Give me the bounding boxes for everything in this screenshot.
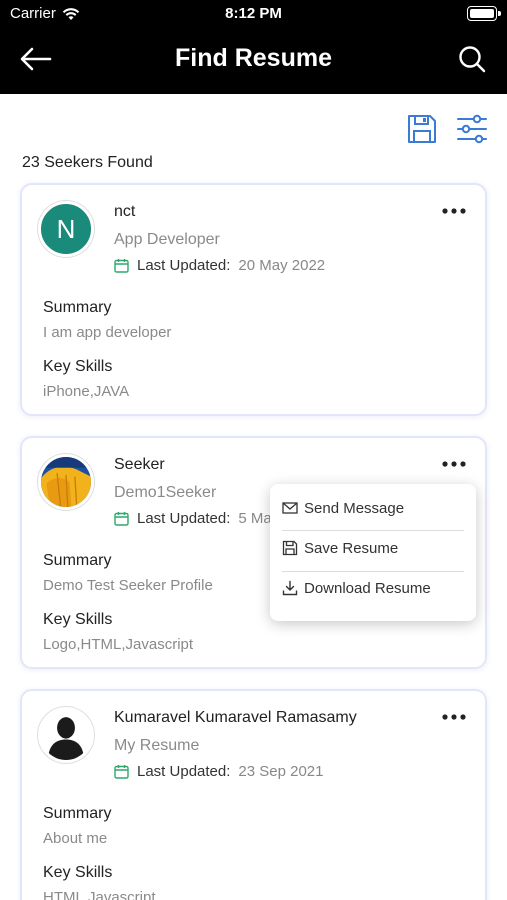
person-placeholder-icon bbox=[41, 710, 91, 760]
more-options-icon[interactable] bbox=[441, 460, 467, 468]
options-menu: Send Message Save Resume Download Resume bbox=[270, 484, 476, 621]
calendar-icon bbox=[114, 259, 129, 273]
battery-icon bbox=[467, 6, 501, 21]
last-updated-label: Last Updated: bbox=[137, 510, 231, 527]
seeker-name: nct bbox=[114, 203, 136, 220]
calendar-icon bbox=[114, 765, 129, 779]
summary-heading: Summary bbox=[43, 805, 112, 822]
summary-heading: Summary bbox=[43, 552, 112, 569]
resume-card[interactable]: Kumaravel Kumaravel Ramasamy My Resume L… bbox=[20, 689, 487, 900]
menu-item-label: Save Resume bbox=[304, 539, 399, 557]
summary-heading: Summary bbox=[43, 299, 112, 316]
download-icon bbox=[282, 580, 298, 596]
calendar-icon bbox=[114, 512, 129, 526]
seeker-name: Seeker bbox=[114, 456, 165, 473]
last-updated-date: 20 May 2022 bbox=[238, 257, 326, 274]
summary-text: I am app developer bbox=[43, 324, 172, 341]
more-options-icon[interactable] bbox=[441, 713, 467, 721]
last-updated: Last Updated: 5 Ma bbox=[114, 510, 272, 527]
avatar bbox=[38, 707, 94, 763]
menu-item-download-resume[interactable]: Download Resume bbox=[282, 568, 464, 608]
summary-text: About me bbox=[43, 830, 108, 847]
status-time: 8:12 PM bbox=[225, 5, 282, 22]
menu-item-save-resume[interactable]: Save Resume bbox=[282, 528, 464, 568]
last-updated-label: Last Updated: bbox=[137, 257, 231, 274]
last-updated-date: 23 Sep 2021 bbox=[238, 763, 324, 780]
avatar-initial: N bbox=[56, 213, 76, 244]
more-options-icon[interactable] bbox=[441, 207, 467, 215]
last-updated: Last Updated: 20 May 2022 bbox=[114, 257, 325, 274]
avatar-photo bbox=[41, 457, 91, 507]
key-skills-text: HTML,Javascript, bbox=[43, 889, 160, 900]
key-skills-text: iPhone,JAVA bbox=[43, 383, 130, 400]
last-updated-label: Last Updated: bbox=[137, 763, 231, 780]
resume-card[interactable]: N nct App Developer Last Updated: 20 May… bbox=[20, 183, 487, 416]
key-skills-heading: Key Skills bbox=[43, 358, 113, 375]
last-updated-date: 5 Ma bbox=[238, 510, 272, 527]
seeker-role: My Resume bbox=[114, 737, 200, 754]
last-updated: Last Updated: 23 Sep 2021 bbox=[114, 763, 323, 780]
summary-text: Demo Test Seeker Profile bbox=[43, 577, 213, 594]
page-title: Find Resume bbox=[175, 44, 332, 72]
menu-item-send-message[interactable]: Send Message bbox=[282, 488, 464, 528]
menu-item-label: Send Message bbox=[304, 499, 405, 517]
search-icon[interactable] bbox=[457, 44, 487, 74]
envelope-icon bbox=[282, 502, 298, 514]
filter-sliders-icon[interactable] bbox=[455, 113, 489, 145]
seeker-role: App Developer bbox=[114, 231, 220, 248]
key-skills-text: Logo,HTML,Javascript bbox=[43, 636, 194, 653]
save-icon bbox=[282, 540, 298, 556]
save-icon[interactable] bbox=[406, 113, 438, 145]
results-count: 23 Seekers Found bbox=[22, 154, 153, 171]
seeker-role: Demo1Seeker bbox=[114, 484, 217, 501]
status-bar: Carrier 8:12 PM bbox=[0, 0, 507, 30]
key-skills-heading: Key Skills bbox=[43, 864, 113, 881]
seeker-name: Kumaravel Kumaravel Ramasamy bbox=[114, 709, 357, 726]
avatar: N bbox=[38, 201, 94, 257]
avatar bbox=[38, 454, 94, 510]
menu-item-label: Download Resume bbox=[304, 579, 431, 597]
key-skills-heading: Key Skills bbox=[43, 611, 113, 628]
top-bar: Carrier 8:12 PM Find Resume bbox=[0, 0, 507, 94]
